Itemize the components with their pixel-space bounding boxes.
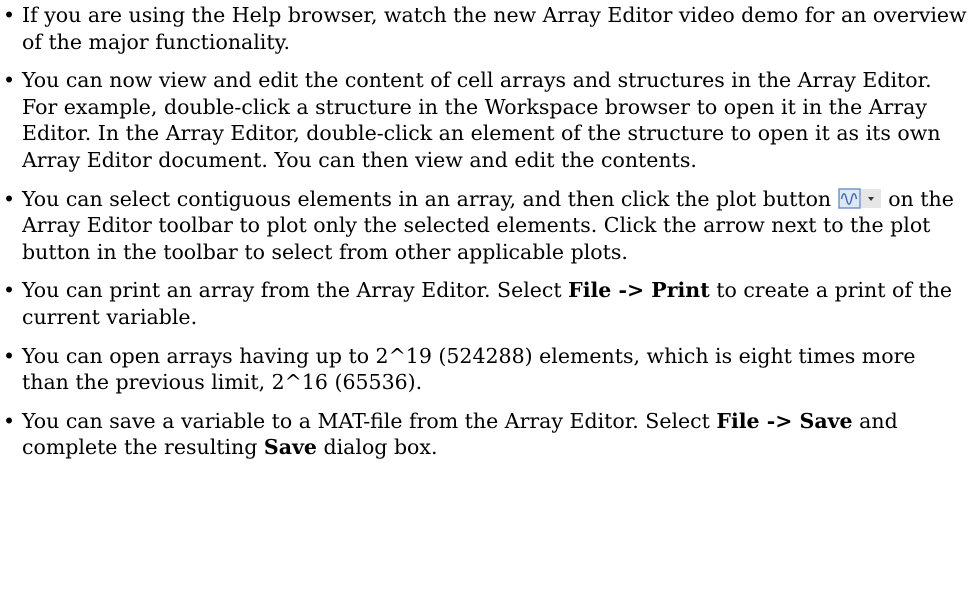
save-dialog-name: Save (263, 435, 317, 460)
bullet-text: If you are using the Help browser, watch… (22, 3, 967, 54)
bullet-text-before: You can save a variable to a MAT-file fr… (22, 408, 710, 433)
bullet-item-print-array: • You can print an array from the Array … (0, 277, 967, 330)
bullet-text: You can open arrays having up to 2^19 (5… (22, 343, 916, 395)
bullet-item-save-variable: • You can save a variable to a MAT-file … (0, 408, 967, 461)
bullet-marker: • (3, 68, 16, 93)
plot-button-icon (837, 187, 882, 210)
bullet-item-array-size-limit: • You can open arrays having up to 2^19 … (0, 343, 967, 396)
bullet-text-before: You can select contiguous elements in an… (22, 186, 832, 211)
bullet-marker: • (3, 343, 16, 368)
bullet-text-after: dialog box. (323, 435, 438, 460)
bullet-text: You can now view and edit the content of… (22, 68, 941, 172)
release-notes-document: • If you are using the Help browser, wat… (0, 0, 971, 473)
bullet-item-cell-arrays: • You can now view and edit the content … (0, 67, 967, 173)
bullet-marker: • (3, 278, 16, 303)
menu-path-file-print: File -> Print (568, 278, 710, 303)
plot-button-graphic (837, 187, 881, 209)
bullet-marker: • (3, 186, 16, 211)
bullet-marker: • (3, 3, 16, 27)
bullet-marker: • (3, 408, 16, 433)
bullet-item-video-demo: • If you are using the Help browser, wat… (0, 2, 967, 55)
release-notes-bullet-list: • If you are using the Help browser, wat… (0, 2, 971, 461)
bullet-item-plot-selection: • You can select contiguous elements in … (0, 186, 967, 266)
bullet-text-before: You can print an array from the Array Ed… (22, 278, 562, 303)
menu-path-file-save: File -> Save (716, 408, 853, 433)
